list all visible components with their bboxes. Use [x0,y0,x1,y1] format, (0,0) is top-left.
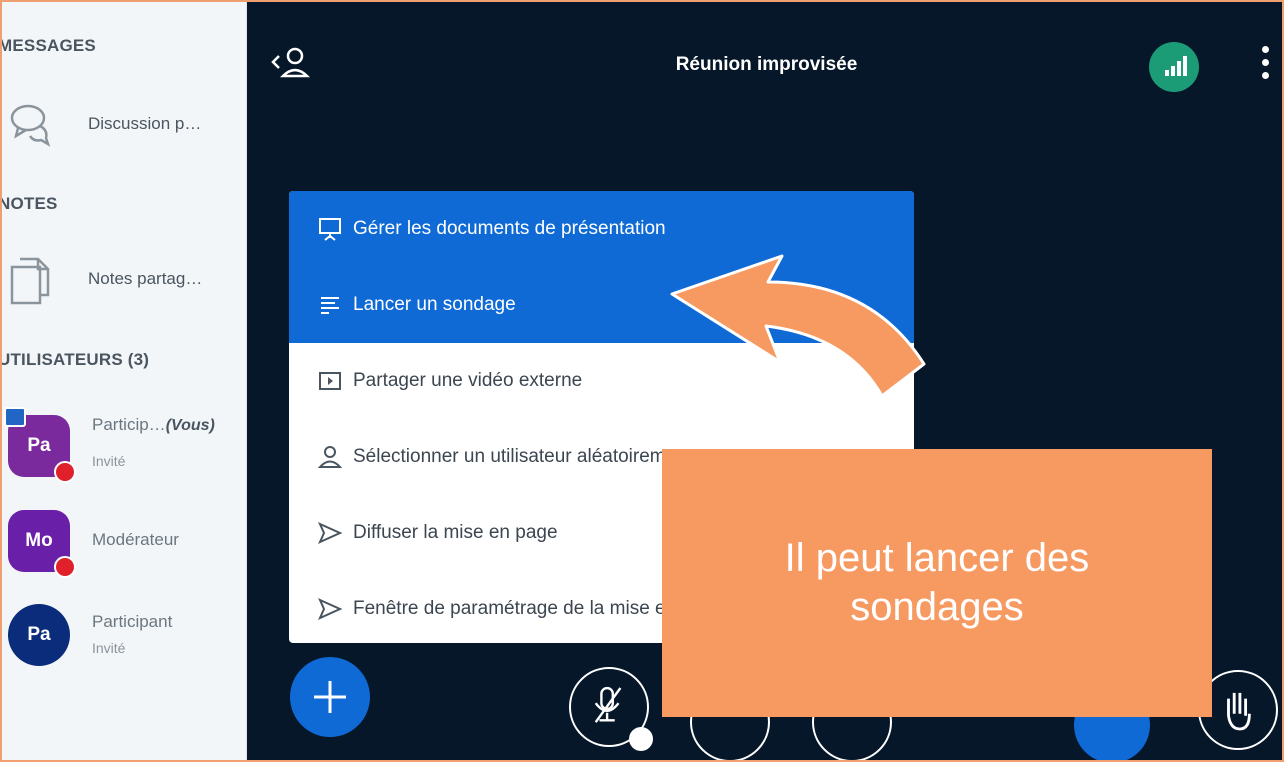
public-chat-item[interactable]: Discussion p… [8,94,244,154]
plus-icon [314,681,346,713]
muted-mic-icon [54,461,76,483]
avatar: Pa [4,407,76,483]
avatar: Mo [8,510,76,578]
menu-item-label: Diffuser la mise en page [353,522,558,543]
mute-mic-button[interactable] [569,667,653,751]
user-name: Participant [92,612,173,631]
user-role: Invité [92,640,126,656]
user-name-text: Particip… [92,415,166,434]
presenter-icon [4,407,26,427]
send-icon [318,598,343,620]
user-icon [317,446,343,468]
users-section-title: UTILISATEURS (3) [2,350,150,369]
notes-section-title: NOTES [2,194,58,213]
user-list-item[interactable]: Pa Particip…(Vous) Invité [2,407,246,483]
user-list-item[interactable]: Pa Participant Invité [2,600,246,670]
avatar-initials: Pa [27,435,51,456]
you-tag: (Vous) [165,417,215,434]
menu-item-label: Lancer un sondage [353,294,516,315]
user-name: Modérateur [92,530,179,549]
user-role: Invité [92,453,126,469]
menu-item-label: Partager une vidéo externe [353,370,583,391]
external-video-icon [319,372,341,390]
chat-icon [10,104,51,147]
callout-text: Il peut lancer des sondages [784,536,1090,629]
connection-status-button[interactable] [1149,42,1199,92]
shared-notes-item[interactable]: Notes partag… [8,249,244,309]
avatar-initials: Pa [27,624,51,645]
document-icon [10,257,50,305]
poll-icon [321,297,339,314]
avatar-initials: Mo [25,530,53,551]
user-name: Particip…(Vous) [92,415,215,435]
curved-arrow-icon [670,254,926,398]
signal-icon [1165,56,1187,76]
user-list-item[interactable]: Mo Modérateur [2,510,246,580]
messages-section-title: MESSAGES [2,36,96,55]
meeting-title: Réunion improvisée [675,54,858,75]
shared-notes-label: Notes partag… [88,269,203,288]
chevron-up-icon[interactable] [629,727,653,751]
avatar: Pa [8,604,70,666]
public-chat-label: Discussion p… [88,114,202,133]
menu-item-label: Sélectionner un utilisateur aléatoiremen… [353,446,693,467]
actions-button[interactable] [290,657,370,737]
more-options-icon[interactable] [1255,46,1275,88]
callout-box: Il peut lancer des sondages [662,449,1212,717]
muted-mic-icon [54,556,76,578]
sidebar: MESSAGES Discussion p… NOTES Notes parta… [2,2,247,760]
send-icon [318,522,343,544]
presentation-icon [319,218,341,241]
app-frame: MESSAGES Discussion p… NOTES Notes parta… [0,0,1284,762]
menu-item-label: Gérer les documents de présentation [353,218,666,239]
